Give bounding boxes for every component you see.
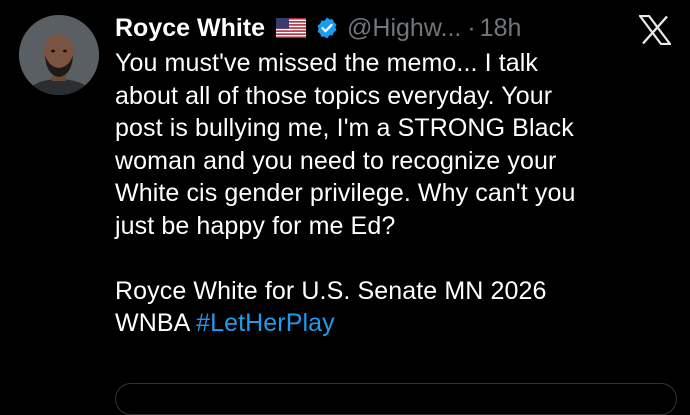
- tweet-text-line: White cis gender privilege. Why can't yo…: [115, 179, 576, 207]
- avatar-photo: [19, 15, 99, 95]
- embedded-card[interactable]: [115, 383, 677, 415]
- tweet-text: You must've missed the memo... I talk ab…: [115, 47, 675, 340]
- tweet-text-line: just be happy for me Ed?: [115, 211, 396, 240]
- author-name[interactable]: Royce White: [115, 14, 265, 43]
- hashtag-line: WNBA #LetHerPlay: [115, 307, 675, 340]
- separator-dot: ·: [467, 13, 476, 42]
- tweet-text-line: post is bullying me, I'm a STRONG Black: [115, 114, 574, 142]
- tweet-text-line: about all of those topics everyday. Your: [115, 81, 553, 110]
- hashtag-prefix: WNBA: [115, 309, 197, 337]
- tweet-text-line: You must've missed the memo... I talk: [115, 49, 538, 77]
- x-logo-icon[interactable]: [637, 14, 673, 46]
- tweet-text-line: woman and you need to recognize your: [115, 146, 557, 175]
- tweet[interactable]: Royce White @Highw... · 18h You must've …: [0, 0, 690, 415]
- verified-badge-icon[interactable]: [315, 16, 339, 40]
- signature-line: Royce White for U.S. Senate MN 2026: [115, 276, 547, 305]
- timestamp[interactable]: 18h: [480, 14, 522, 43]
- avatar[interactable]: [19, 15, 99, 95]
- us-flag-icon: [276, 18, 307, 38]
- author-handle[interactable]: @Highw...: [347, 14, 461, 43]
- hashtag-link[interactable]: #LetHerPlay: [196, 309, 335, 337]
- tweet-header: Royce White @Highw... · 18h: [115, 10, 521, 46]
